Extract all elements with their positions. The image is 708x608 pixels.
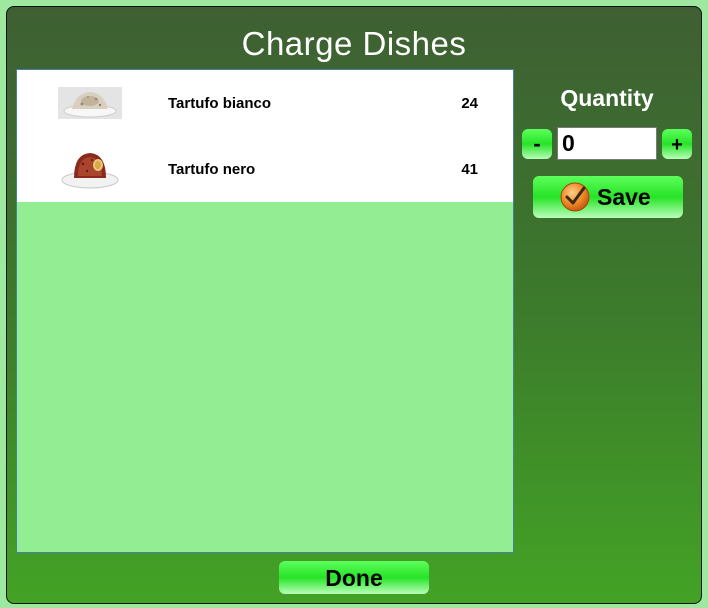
dish-quantity: 24 (461, 95, 478, 112)
dish-quantity: 41 (461, 161, 478, 178)
dish-rows: Tartufo bianco 24 Tartufo nero 41 (17, 70, 513, 202)
quantity-label: Quantity (560, 85, 654, 111)
dish-name: Tartufo nero (168, 161, 256, 178)
dish-list[interactable]: Tartufo bianco 24 Tartufo nero 41 (16, 69, 514, 553)
save-label: Save (597, 184, 651, 210)
save-button[interactable]: Save (533, 176, 683, 218)
dish-row[interactable]: Tartufo nero 41 (17, 136, 513, 202)
done-button[interactable]: Done (279, 561, 429, 594)
charge-dishes-window: Charge Dishes Tartufo bianco 24 Tartufo … (6, 6, 702, 604)
window-title: Charge Dishes (241, 25, 467, 62)
check-icon (560, 182, 590, 212)
tartufo-nero-image (61, 153, 119, 189)
quantity-input[interactable] (557, 127, 657, 160)
decrease-quantity-button[interactable]: - (522, 129, 552, 159)
dish-row[interactable]: Tartufo bianco 24 (17, 70, 513, 136)
dish-name: Tartufo bianco (168, 95, 272, 112)
tartufo-bianco-image (58, 87, 122, 119)
increase-quantity-button[interactable]: + (662, 129, 692, 159)
